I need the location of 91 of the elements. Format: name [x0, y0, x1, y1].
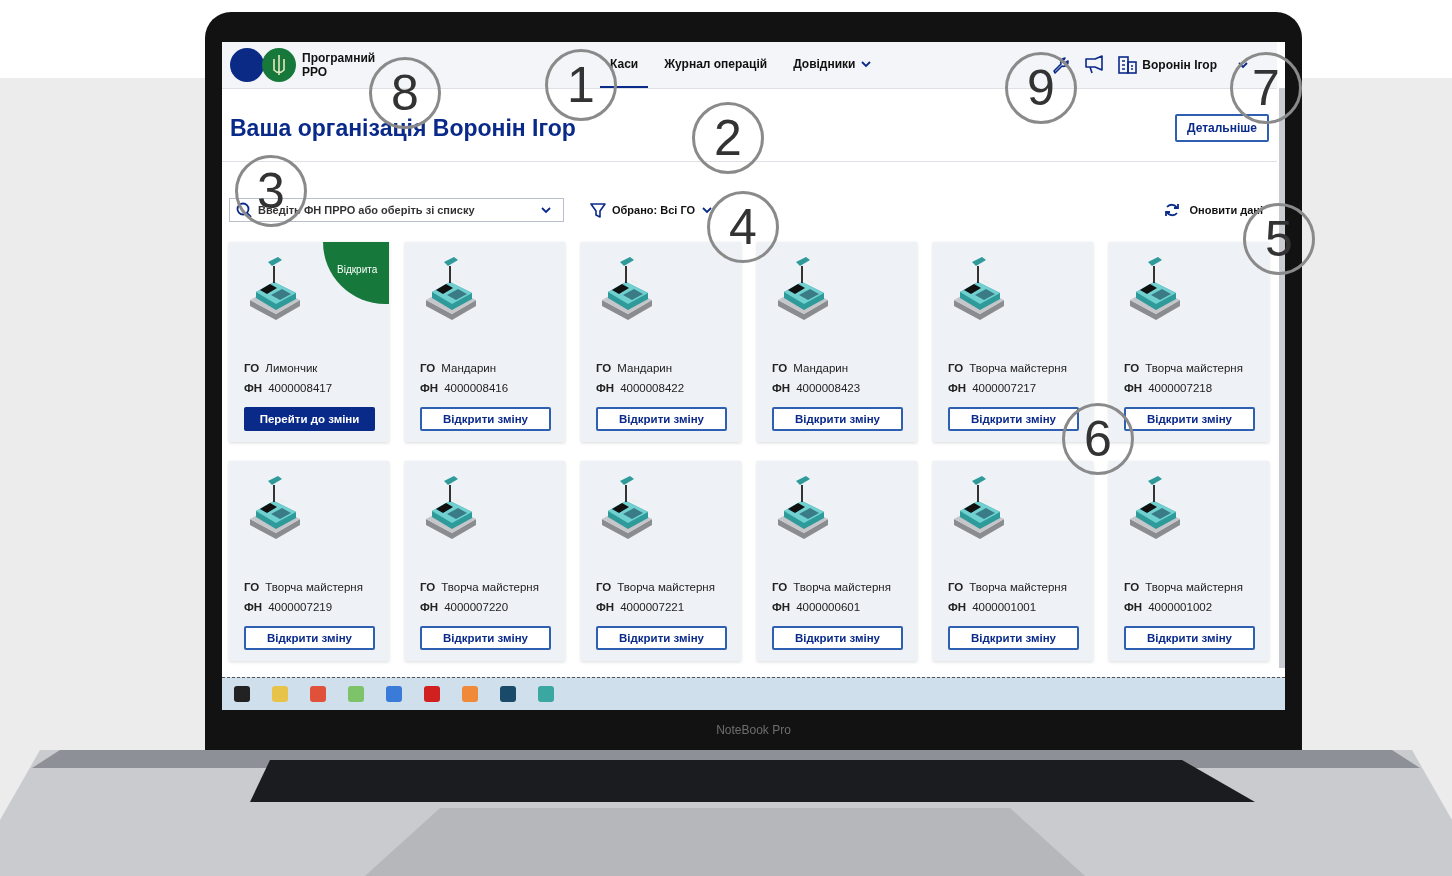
- nav-tab[interactable]: Журнал операцій: [654, 42, 778, 88]
- fn-number: 4000007220: [444, 601, 509, 613]
- group-name: Творча майстерня: [969, 581, 1067, 593]
- group-label: ГО: [772, 362, 788, 374]
- group-name: Творча майстерня: [1145, 581, 1243, 593]
- taskbar-app-icon[interactable]: [234, 686, 250, 702]
- group-name: Творча майстерня: [793, 581, 891, 593]
- group-label: ГО: [772, 581, 788, 593]
- fn-label: ФН: [1124, 601, 1143, 613]
- callout-marker: 4: [707, 191, 779, 263]
- laptop-label: NoteBook Pro: [716, 723, 791, 737]
- shift-button[interactable]: Відкрити зміну: [1124, 626, 1255, 650]
- megaphone-icon[interactable]: [1084, 55, 1105, 75]
- callout-marker: 6: [1062, 403, 1134, 475]
- fn-number: 4000007217: [972, 382, 1037, 394]
- group-label: ГО: [596, 581, 612, 593]
- refresh-icon: [1163, 202, 1180, 218]
- user-menu[interactable]: Воронін Ігор: [1118, 55, 1217, 75]
- shift-button[interactable]: Відкрити зміну: [244, 626, 375, 650]
- details-button[interactable]: Детальніше: [1174, 114, 1269, 142]
- fn-label: ФН: [420, 382, 439, 394]
- group-label: ГО: [948, 581, 964, 593]
- group-name: Творча майстерня: [265, 581, 363, 593]
- shift-button[interactable]: Відкрити зміну: [772, 626, 903, 650]
- fn-label: ФН: [420, 601, 439, 613]
- fn-label: ФН: [596, 601, 615, 613]
- group-name: Творча майстерня: [969, 362, 1067, 374]
- taskbar-app-icon[interactable]: [386, 686, 402, 702]
- filter-dropdown[interactable]: Обрано: Всі ГО: [590, 202, 714, 218]
- shift-button[interactable]: Відкрити зміну: [596, 626, 727, 650]
- callout-marker: 9: [1005, 52, 1077, 124]
- taskbar-app-icon[interactable]: [462, 686, 478, 702]
- chevron-down-icon[interactable]: [540, 205, 552, 215]
- logo-icon: [230, 48, 296, 82]
- status-badge: Відкрита: [323, 242, 389, 304]
- taskbar-app-icon[interactable]: [538, 686, 554, 702]
- fn-number: 4000007221: [620, 601, 685, 613]
- group-name: Лимончик: [265, 362, 318, 374]
- callout-marker: 2: [692, 102, 764, 174]
- page-title: Ваша організація Воронін Ігор: [230, 114, 576, 142]
- fn-label: ФН: [948, 601, 967, 613]
- filter-icon: [590, 202, 606, 218]
- group-label: ГО: [420, 581, 436, 593]
- fn-label: ФН: [596, 382, 615, 394]
- fn-label: ФН: [244, 382, 263, 394]
- fn-number: 4000008416: [444, 382, 509, 394]
- fn-label: ФН: [1124, 382, 1143, 394]
- fn-number: 4000007219: [268, 601, 333, 613]
- group-name: Творча майстерня: [441, 581, 539, 593]
- group-label: ГО: [1124, 581, 1140, 593]
- shift-button[interactable]: Відкрити зміну: [772, 407, 903, 431]
- logo-text: Програмний РРО: [302, 51, 377, 79]
- group-name: Мандарин: [793, 362, 849, 374]
- fn-label: ФН: [244, 601, 263, 613]
- fn-number: 4000007218: [1148, 382, 1213, 394]
- fn-number: 4000008422: [620, 382, 685, 394]
- shift-button[interactable]: Відкрити зміну: [420, 407, 551, 431]
- nav-tab[interactable]: Довідники: [783, 42, 882, 88]
- group-name: Творча майстерня: [617, 581, 715, 593]
- group-label: ГО: [596, 362, 612, 374]
- group-name: Мандарин: [441, 362, 497, 374]
- taskbar-app-icon[interactable]: [500, 686, 516, 702]
- shift-button[interactable]: Відкрити зміну: [596, 407, 727, 431]
- callout-marker: 7: [1230, 52, 1302, 124]
- shift-button[interactable]: Відкрити зміну: [420, 626, 551, 650]
- shift-button[interactable]: Відкрити зміну: [948, 626, 1079, 650]
- fn-label: ФН: [948, 382, 967, 394]
- search-icon: [236, 202, 252, 218]
- building-icon: [1118, 55, 1139, 75]
- group-label: ГО: [948, 362, 964, 374]
- group-label: ГО: [244, 362, 260, 374]
- fn-number: 4000001002: [1148, 601, 1213, 613]
- group-label: ГО: [420, 362, 436, 374]
- group-name: Творча майстерня: [1145, 362, 1243, 374]
- taskbar-app-icon[interactable]: [424, 686, 440, 702]
- shift-button[interactable]: Відкрити зміну: [1124, 407, 1255, 431]
- group-label: ГО: [1124, 362, 1140, 374]
- nav-tab[interactable]: Каси: [600, 42, 649, 88]
- group-name: Мандарин: [617, 362, 673, 374]
- fn-number: 4000000601: [796, 601, 861, 613]
- chevron-down-icon[interactable]: [1237, 60, 1249, 70]
- group-label: ГО: [244, 581, 260, 593]
- shift-button[interactable]: Відкрити зміну: [948, 407, 1079, 431]
- fn-label: ФН: [772, 382, 791, 394]
- taskbar-app-icon[interactable]: [310, 686, 326, 702]
- fn-number: 4000008423: [796, 382, 861, 394]
- shift-button[interactable]: Перейти до зміни: [244, 407, 375, 431]
- fn-label: ФН: [772, 601, 791, 613]
- fn-number: 4000001001: [972, 601, 1037, 613]
- fn-number: 4000008417: [268, 382, 333, 394]
- chevron-down-icon: [701, 205, 714, 215]
